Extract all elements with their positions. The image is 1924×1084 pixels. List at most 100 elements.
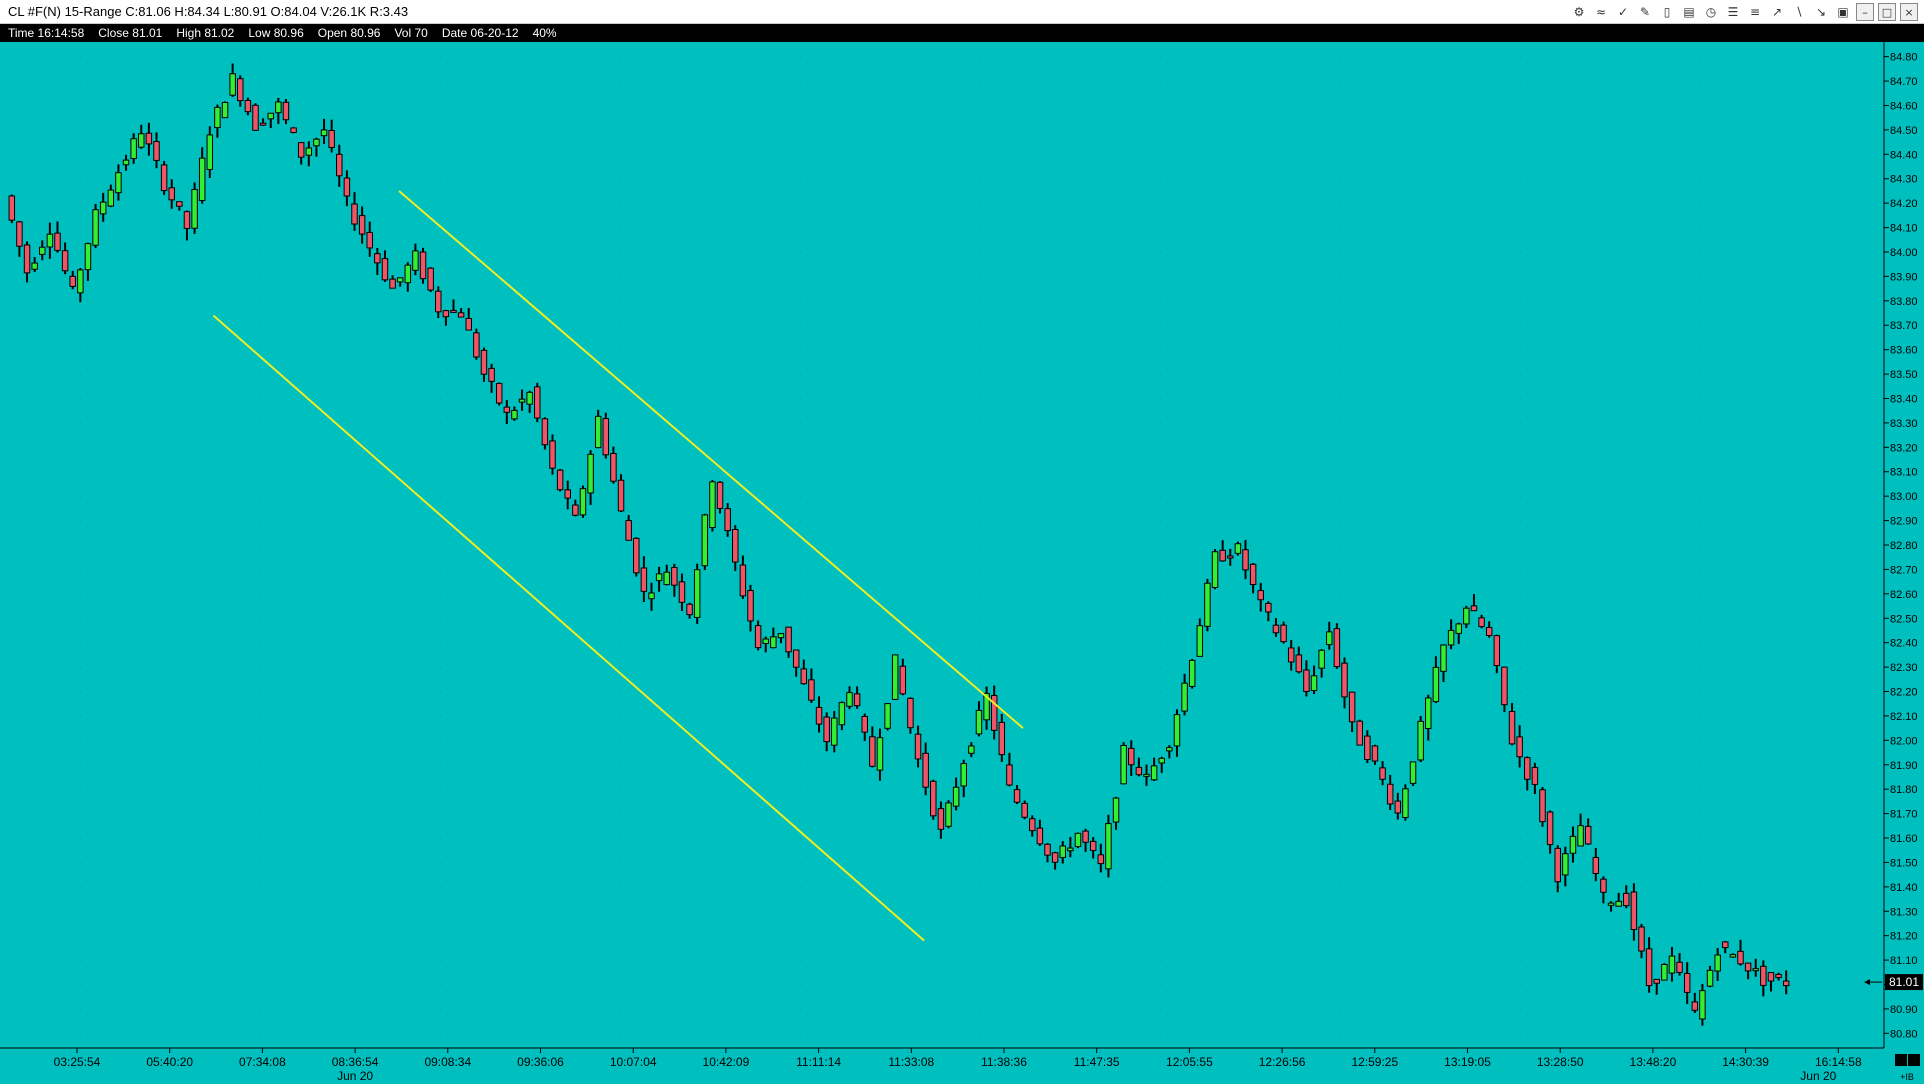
clock-icon[interactable]: ◷	[1702, 3, 1720, 21]
grid-dot	[530, 178, 531, 180]
candle-up	[1432, 666, 1440, 703]
grid-dot	[170, 569, 171, 571]
grid-dot	[530, 471, 531, 473]
grid-dot	[1520, 374, 1521, 376]
minimize-icon[interactable]: –	[1856, 3, 1874, 21]
grid-dot	[1520, 227, 1521, 229]
grid-dot	[440, 911, 441, 913]
chart-area[interactable]: 80.8080.9081.0081.1081.2081.3081.4081.50…	[0, 42, 1924, 1084]
x-tick-label: 11:47:35	[1074, 1055, 1120, 1069]
grid-dot	[1610, 471, 1611, 473]
candle-down	[739, 564, 747, 597]
grid-dot	[1700, 691, 1701, 693]
candle-up	[1211, 551, 1219, 588]
grid-dot	[1430, 960, 1431, 962]
grid-dot	[1610, 374, 1611, 376]
grid-dot	[1520, 984, 1521, 986]
pencil-icon[interactable]: ✎	[1636, 3, 1654, 21]
bars-icon[interactable]: ▯	[1658, 3, 1676, 21]
indicator-icon[interactable]: ✓	[1614, 3, 1632, 21]
grid-dot	[170, 862, 171, 864]
fib-icon[interactable]: ≡	[1746, 3, 1764, 21]
grid-dot	[1790, 691, 1791, 693]
grid-dot	[170, 227, 171, 229]
candle-down	[1737, 950, 1744, 965]
grid-dot	[800, 813, 801, 815]
grid-dot	[1070, 1008, 1071, 1010]
candle	[8, 194, 16, 224]
candle-down	[1630, 891, 1638, 930]
grid-dot	[1430, 447, 1431, 449]
grid-dot	[890, 960, 891, 962]
candle-up	[655, 573, 663, 582]
candle-up	[945, 802, 952, 827]
candle-down	[244, 99, 252, 113]
grid-dot	[800, 667, 801, 669]
grid-dot	[350, 1033, 351, 1035]
grid-dot	[530, 960, 531, 962]
grid-dot	[530, 325, 531, 327]
grid-dot	[260, 960, 261, 962]
brush-icon[interactable]: ∖	[1790, 3, 1808, 21]
grid-dot	[260, 447, 261, 449]
chart-icon[interactable]: ▤	[1680, 3, 1698, 21]
grid-dot	[710, 349, 711, 351]
grid-dot	[1520, 569, 1521, 571]
grid-dot	[1430, 569, 1431, 571]
candle-up	[267, 112, 274, 120]
grid-dot	[80, 129, 81, 131]
trendline-icon[interactable]: ↗	[1768, 3, 1786, 21]
grid-dot	[350, 276, 351, 278]
grid-dot	[620, 764, 621, 766]
grid-dot	[1070, 154, 1071, 156]
grid-dot	[80, 935, 81, 937]
y-tick-label: 83.00	[1890, 491, 1918, 503]
candle-down	[1493, 635, 1501, 667]
candle	[556, 469, 564, 492]
line-icon[interactable]: ↘	[1812, 3, 1830, 21]
grid-dot	[1340, 789, 1341, 791]
y-tick-label: 81.90	[1890, 760, 1918, 772]
grid-dot	[1790, 764, 1791, 766]
candle-up	[968, 745, 975, 754]
restore-icon[interactable]: □	[1878, 3, 1896, 21]
grid-dot	[1700, 105, 1701, 107]
close-icon[interactable]: ×	[1900, 3, 1918, 21]
grid-dot	[980, 398, 981, 400]
text-icon[interactable]: ☰	[1724, 3, 1742, 21]
grid-dot	[350, 984, 351, 986]
info-low: Low 80.96	[248, 26, 304, 40]
candle	[1211, 549, 1219, 590]
grid-dot	[1160, 911, 1161, 913]
snapshot-icon[interactable]: ⚙	[1570, 3, 1588, 21]
candle-down	[625, 520, 632, 541]
grid-dot	[1520, 422, 1521, 424]
info-open: Open 80.96	[317, 26, 381, 40]
trash-icon[interactable]: ▣	[1834, 3, 1852, 21]
grid-dot	[1790, 251, 1791, 253]
candle-down	[1341, 662, 1348, 698]
candle	[633, 537, 640, 577]
grid-dot	[1610, 203, 1611, 205]
candle-down	[572, 504, 579, 516]
grid-dot	[260, 471, 261, 473]
grid-dot	[1790, 545, 1791, 546]
grid-dot	[1070, 520, 1071, 522]
candle-down	[1272, 624, 1280, 634]
grid-dot	[1340, 569, 1341, 571]
grid-dot	[170, 447, 171, 449]
grid-dot	[1070, 642, 1071, 644]
y-tick-label: 81.30	[1890, 906, 1918, 918]
rainbow-icon[interactable]: ≈	[1592, 3, 1610, 21]
grid-dot	[1430, 81, 1431, 83]
grid-dot	[1070, 545, 1071, 546]
candle-down	[1524, 757, 1531, 780]
grid-dot	[80, 789, 81, 791]
grid-dot	[1610, 691, 1611, 693]
grid-dot	[1160, 862, 1161, 864]
candle-up	[115, 172, 122, 194]
candle-down	[1501, 666, 1508, 706]
grid-dot	[1340, 545, 1341, 546]
candlestick-chart[interactable]: 80.8080.9081.0081.1081.2081.3081.4081.50…	[0, 42, 1924, 1084]
grid-dot	[350, 300, 351, 302]
